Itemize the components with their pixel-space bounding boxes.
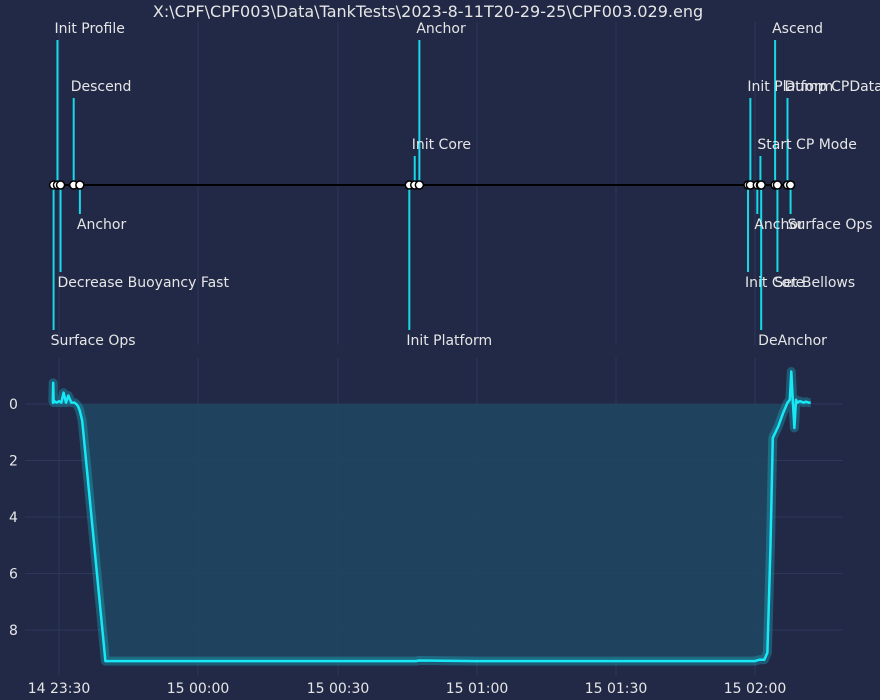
event-label-7: Anchor — [416, 21, 466, 37]
event-marker-4 — [75, 180, 85, 190]
x-tick-label-5: 15 02:00 — [724, 681, 787, 697]
depth-area-fill — [52, 371, 811, 662]
x-tick-label-3: 15 01:00 — [446, 681, 509, 697]
event-label-6: Init Core — [412, 137, 471, 153]
event-label-4: Anchor — [77, 217, 127, 233]
y-tick-label-3: 6 — [9, 567, 18, 583]
event-label-14: Set Bellows — [774, 275, 855, 291]
event-label-2: Decrease Buoyancy Fast — [58, 275, 230, 291]
x-tick-label-0: 14 23:30 — [28, 681, 91, 697]
event-label-12: DeAnchor — [758, 333, 827, 349]
event-label-0: Surface Ops — [51, 333, 136, 349]
x-tick-label-4: 15 01:30 — [585, 681, 648, 697]
y-tick-label-1: 2 — [9, 454, 18, 470]
x-tick-label-2: 15 00:30 — [307, 681, 370, 697]
chart-title: X:\CPF\CPF003\Data\TankTests\2023-8-11T2… — [153, 2, 703, 21]
y-tick-label-4: 8 — [9, 623, 18, 639]
event-marker-14 — [772, 180, 783, 190]
event-label-5: Init Platform — [406, 333, 492, 349]
event-marker-12 — [756, 180, 766, 190]
event-marker-16 — [785, 180, 796, 190]
y-tick-label-0: 0 — [9, 397, 18, 413]
event-label-11: Start CP Mode — [757, 137, 856, 153]
y-tick-label-2: 4 — [9, 510, 18, 526]
event-label-13: Ascend — [772, 21, 823, 37]
event-label-1: Init Profile — [54, 21, 124, 37]
chart-canvas: X:\CPF\CPF003\Data\TankTests\2023-8-11T2… — [0, 0, 880, 700]
event-label-3: Descend — [71, 79, 132, 95]
event-marker-2 — [55, 180, 66, 190]
event-label-15: Dump CPData — [784, 79, 880, 95]
event-marker-7 — [414, 180, 425, 190]
event-label-16: Surface Ops — [788, 217, 873, 233]
x-tick-label-1: 15 00:00 — [167, 681, 230, 697]
